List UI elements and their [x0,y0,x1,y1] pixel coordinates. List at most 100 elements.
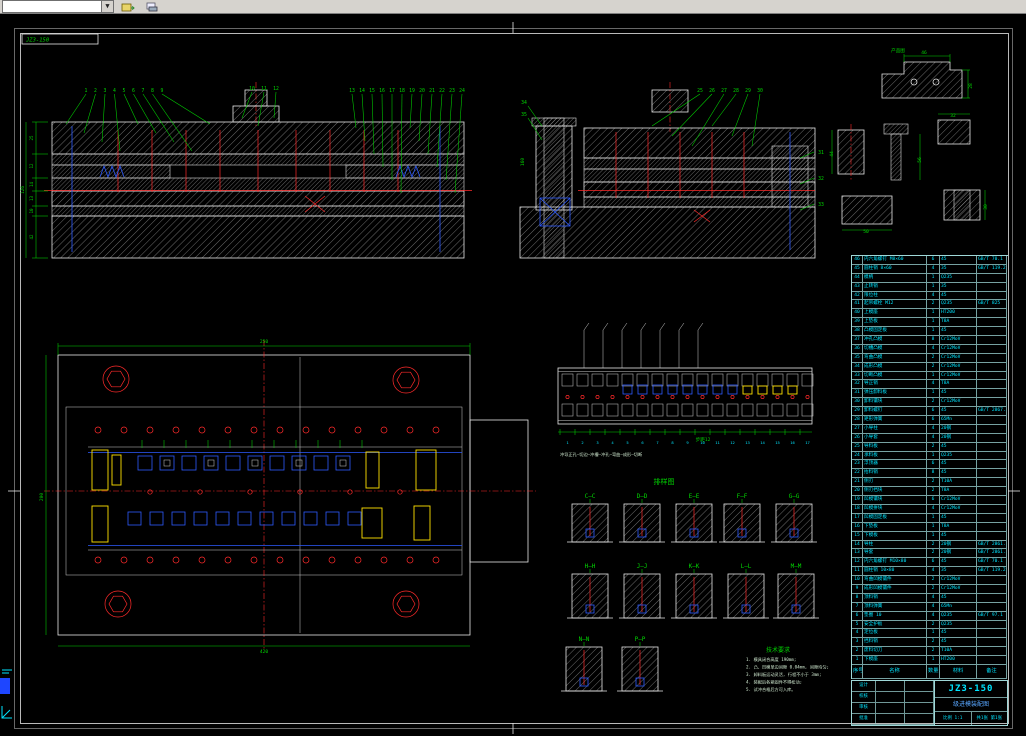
bom-cell: GB/T 2861.3 [977,549,1007,559]
station-cut [727,384,738,395]
screw-hole [380,426,388,434]
bom-cell: 顶料弹簧 [863,602,927,612]
bom-cell: 19 [852,496,863,505]
bom-cell: 28 [852,416,863,425]
balloon-number: 18 [399,88,405,94]
pilot-hole [640,395,645,399]
station-feature-top [786,373,799,387]
plot-icon [146,2,158,11]
bom-row: 22 抬料销 8 45 [852,469,1008,479]
bom-cell: 2 [927,647,940,657]
balloon-number: 34 [521,100,527,106]
title-block-sign-cell [905,692,934,703]
bom-cell: Cr12MoV [940,576,977,585]
die-cavity [149,511,164,526]
bom-cell: 45 [940,593,977,603]
bom-cell [977,442,1007,452]
balloon-number: 15 [369,88,375,94]
bom-cell: 下模座 [863,656,927,665]
bom-cell: 45 [940,389,977,399]
bom-cell: 1 [927,327,940,337]
bom-cell [977,282,1007,292]
plot-button[interactable] [142,0,162,13]
balloon-number: 2 [94,88,97,94]
open-drawing-button[interactable] [118,0,138,13]
bom-row: 39 上垫板 1 T8A [852,318,1008,328]
pilot-hole [670,395,675,399]
bom-cell: 1 [927,531,940,541]
dim-value: 42 [29,234,34,240]
screw-hole [250,556,258,564]
balloon-number: 29 [745,88,751,94]
balloon-number: 31 [818,150,824,156]
section-label: L—L [741,563,752,570]
bom-cell: 导正销 [863,380,927,390]
bom-cell: 成形凸模 [863,362,927,372]
hex-bolt-head [108,595,128,613]
pilot-hole [655,395,660,399]
bom-row: 43 止转销 1 35 [852,282,1008,292]
annotation-text: 28 [968,83,974,89]
bom-header-cell: 材料 [940,664,977,679]
bom-cell: 浮顶器 [863,460,927,470]
station-feature-top [666,373,679,387]
title-block-sign-cell [876,703,905,714]
bom-cell: GB/T 825 [977,300,1007,310]
screw-hole [198,426,206,434]
bom-cell: 4 [927,380,940,390]
bom-cell: HT200 [940,656,977,665]
balloon-leader [711,93,737,127]
bom-cell: 2 [927,300,940,310]
bom-cell: 1 [927,309,940,319]
bom-cell: 下垫板 [863,522,927,532]
bom-cell: 18 [852,504,863,514]
sheet-count: 共1张 第1张 [976,716,1003,721]
pilot-hole [730,395,735,399]
pilot-hole [790,395,795,399]
bom-cell: GB/T 2867.5 [977,407,1007,417]
annotation-text: 200 [39,493,45,502]
die-shank-side [651,89,689,113]
bom-cell: 45 [940,407,977,417]
bom-cell: T8A [940,487,977,497]
bom-cell: 1 [927,282,940,292]
bom-cell: 4 [927,602,940,612]
forming-insert-highlight [91,505,109,543]
balloon-number: 28 [733,88,739,94]
layer-dropdown[interactable]: ▼ [2,0,114,13]
bom-cell: 4 [927,504,940,514]
station-feature-top [561,373,574,387]
bom-cell: 弯曲凸模 [863,353,927,363]
forming-insert-highlight [413,505,431,541]
bom-cell: 2 [927,620,940,630]
bom-cell: 2 [927,478,940,488]
screw-hole [302,556,310,564]
station-feature-bottom [666,403,679,417]
balloon-number: 8 [151,88,154,94]
station-cut [682,384,693,395]
bom-cell: 33 [852,371,863,381]
bom-row: 15 下模板 1 45 [852,531,1008,541]
section-label: H—H [585,563,596,570]
bom-row: 45 圆柱销 8×60 4 35 GB/T 119.2 [852,264,1008,274]
dim-total-value: 126 [20,186,26,194]
dropdown-arrow-icon[interactable]: ▼ [101,1,113,12]
bom-cell [977,469,1007,479]
lower-die-base-side [519,206,816,259]
balloon-number: 33 [818,202,824,208]
title-block-sign-cell [905,703,934,714]
screw-hole [146,556,154,564]
bom-cell: 抬料销 [863,469,927,479]
title-block-sign-cell [876,714,905,725]
bom-cell: Q235 [940,300,977,310]
section-label: G—G [789,493,800,500]
screw-hole [354,556,362,564]
bom-cell: Cr12MoV [940,362,977,372]
bom-cell: 16 [852,522,863,532]
bom-row: 19 凹模镶块 6 Cr12MoV [852,496,1008,505]
bom-cell [977,620,1007,630]
station-feature-top [651,373,664,387]
bom-cell: 5 [852,620,863,630]
bom-cell: 4 [852,629,863,639]
bom-cell: 65Mn [940,416,977,425]
